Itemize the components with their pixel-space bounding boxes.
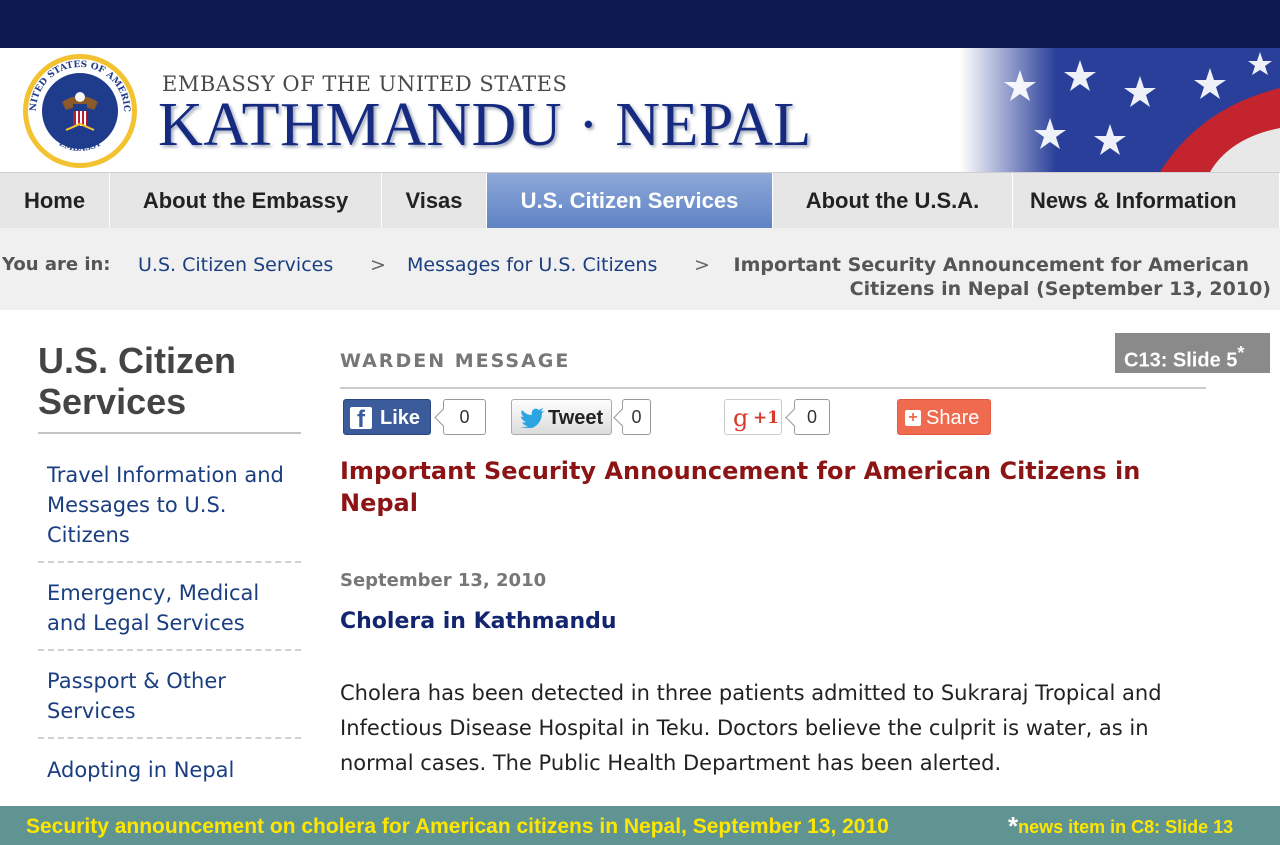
sidebar-divider [38,561,301,563]
tweet-label: Tweet [548,407,604,429]
sidebar-divider [38,737,301,739]
embassy-seal-icon: UNITED STATES OF AMERICA EMBASSY [16,52,137,168]
google-plus-button[interactable]: g +1 [724,399,782,435]
top-bar [0,0,1280,48]
breadcrumb-link-citizen-services[interactable]: U.S. Citizen Services [138,254,333,276]
breadcrumb-separator: > [694,254,710,276]
facebook-like-count-value: 0 [459,407,470,427]
section-label: WARDEN MESSAGE [340,350,571,372]
sidebar-heading-line1: U.S. Citizen [38,340,237,381]
breadcrumb-current-line2: Citizens in Nepal (September 13, 2010) [849,278,1271,300]
tab-about-embassy[interactable]: About the Embassy [110,173,382,229]
twitter-bird-icon [520,408,545,428]
banner-title: KATHMANDU · NEPAL [158,91,812,159]
sidebar-item-adopting[interactable]: Adopting in Nepal [47,755,297,785]
slide-reference-badge: C13: Slide 5* [1115,333,1270,373]
plus-icon: + [905,410,921,426]
slide-reference-label: C13: Slide 5 [1124,349,1238,372]
tab-home[interactable]: Home [0,173,110,229]
slide-reference-mark: * [1237,343,1245,363]
tweet-button[interactable]: Tweet [511,399,612,435]
tweet-count: 0 [622,399,651,435]
tweet-count-value: 0 [631,407,642,427]
article-body: Cholera has been detected in three patie… [340,681,1162,775]
google-plus-icon: g [733,404,749,432]
google-plus-label: +1 [753,408,780,428]
article-title: Important Security Announcement for Amer… [340,457,1141,517]
breadcrumb-link-messages[interactable]: Messages for U.S. Citizens [407,254,657,276]
site-banner: UNITED STATES OF AMERICA EMBASSY EMBASSY… [0,48,1280,172]
facebook-like-button[interactable]: f Like [343,399,431,435]
sidebar-heading-line2: Services [38,381,187,422]
footnote-mark: * [1008,811,1019,841]
tab-news-information[interactable]: News & Information [1013,173,1280,229]
main-nav: Home About the Embassy Visas U.S. Citize… [0,172,1280,229]
flag-icon [960,48,1280,172]
sidebar-item-emergency-services[interactable]: Emergency, Medical and Legal Services [47,578,297,638]
facebook-like-label: Like [380,407,421,429]
sidebar-divider [38,432,301,434]
caption-text: Security announcement on cholera for Ame… [26,815,889,838]
footnote: *news item in C8: Slide 13 [1008,807,1233,845]
breadcrumb-separator: > [370,254,386,276]
sidebar-heading: U.S. Citizen Services [38,340,298,422]
article-date: September 13, 2010 [340,570,547,591]
sidebar-item-passport-services[interactable]: Passport & Other Services [47,666,297,726]
footnote-text: news item in C8: Slide 13 [1018,817,1234,837]
facebook-icon: f [350,406,372,433]
tab-about-usa[interactable]: About the U.S.A. [773,173,1013,229]
share-label: Share [926,407,980,429]
sidebar-divider [38,649,301,651]
breadcrumb-current-line1: Important Security Announcement for Amer… [733,254,1249,276]
share-button[interactable]: + Share [897,399,991,435]
article-heading: Cholera in Kathmandu [340,609,617,634]
section-divider [340,387,1206,389]
facebook-like-count: 0 [443,399,486,435]
tab-visas[interactable]: Visas [382,173,487,229]
google-plus-count-value: 0 [806,407,817,427]
sidebar-item-travel-information[interactable]: Travel Information and Messages to U.S. … [47,460,297,550]
breadcrumb: You are in: U.S. Citizen Services > Mess… [0,228,1280,310]
tab-citizen-services[interactable]: U.S. Citizen Services [487,173,773,229]
google-plus-count: 0 [794,399,830,435]
breadcrumb-prefix: You are in: [2,254,111,275]
